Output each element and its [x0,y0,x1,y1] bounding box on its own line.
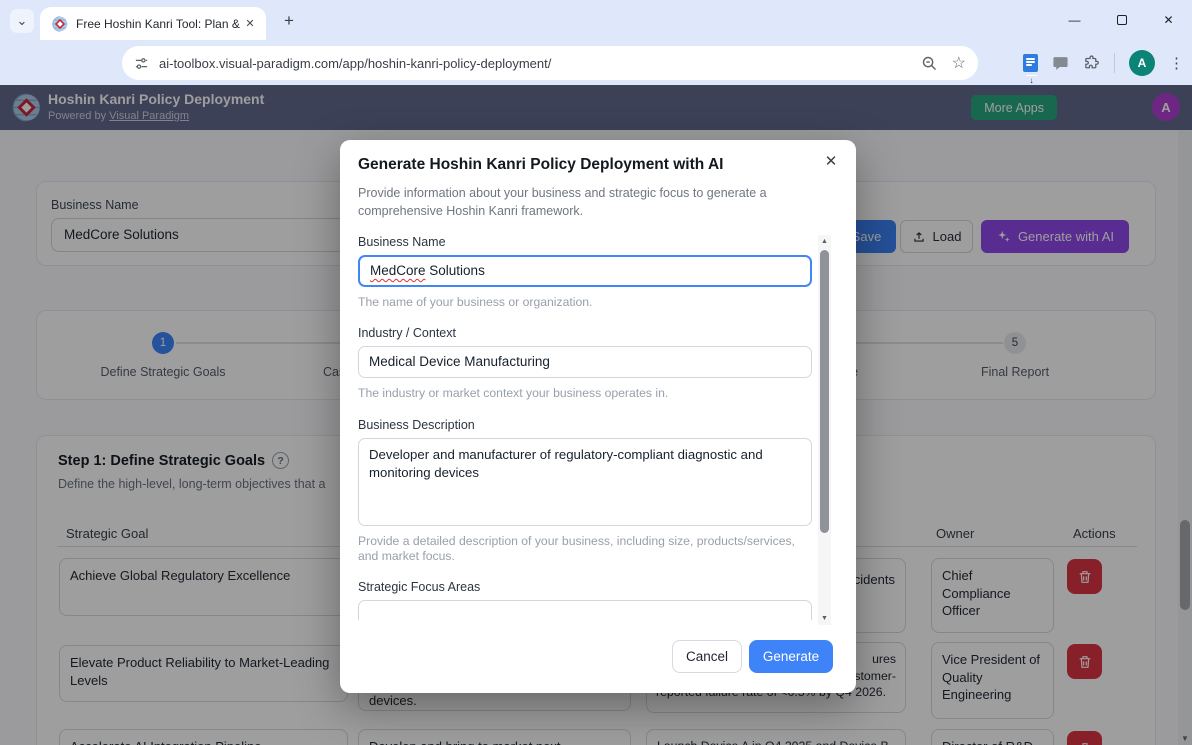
comment-bubble-icon[interactable] [1052,55,1069,72]
modal-form: Business Name MedCore Solutions The name… [358,235,812,620]
modal-scrollbar-thumb[interactable] [820,250,829,533]
tab-close-icon[interactable]: ✕ [242,16,258,32]
generate-button[interactable]: Generate [749,640,833,673]
business-name-rest: Solutions [425,263,485,278]
browser-profile-avatar[interactable]: A [1129,50,1155,76]
visual-paradigm-favicon-icon [52,15,68,32]
scroll-down-arrow-icon[interactable]: ▼ [818,615,831,622]
industry-input[interactable]: Medical Device Manufacturing [358,346,812,379]
strategic-focus-input[interactable] [358,600,812,620]
generate-ai-modal: ✕ Generate Hoshin Kanri Policy Deploymen… [340,140,856,693]
scroll-up-arrow-icon[interactable]: ▲ [818,238,831,245]
modal-business-name-label: Business Name [358,235,446,249]
tab-title: Free Hoshin Kanri Tool: Plan & E [76,16,242,31]
business-description-label: Business Description [358,417,475,432]
business-description-textarea[interactable]: Developer and manufacturer of regulatory… [358,437,812,526]
browser-toolbar: ← → ⟳ ai-toolbox.visual-paradigm.com/app… [0,40,1192,110]
modal-scrollbar[interactable]: ▲ ▼ [818,235,831,625]
modal-close-icon[interactable]: ✕ [820,150,842,172]
business-name-helper: The name of your business or organizatio… [358,295,593,309]
misspelled-word: MedCore [370,263,426,278]
extensions-puzzle-icon[interactable] [1083,54,1100,72]
business-description-helper: Provide a detailed description of your b… [358,533,795,563]
reading-mode-download-icon[interactable]: ↓ [1023,54,1038,84]
browser-tab-strip: ⌄ Free Hoshin Kanri Tool: Plan & E ✕ + —… [0,0,1192,40]
minimize-button[interactable]: — [1051,0,1098,40]
modal-title: Generate Hoshin Kanri Policy Deployment … [358,156,724,173]
close-window-button[interactable]: ✕ [1145,0,1192,40]
toolbar-right-icons: ↓ A ⋮ [1023,46,1184,84]
industry-helper: The industry or market context your busi… [358,386,669,401]
address-bar[interactable]: ai-toolbox.visual-paradigm.com/app/hoshi… [122,46,978,80]
download-badge-icon: ↓ [1026,74,1037,84]
maximize-button[interactable] [1098,0,1145,40]
browser-tab-active[interactable]: Free Hoshin Kanri Tool: Plan & E ✕ [40,7,266,40]
chevron-down-icon: ⌄ [16,13,28,28]
page: Hoshin Kanri Policy Deployment Powered b… [0,85,1192,745]
maximize-icon [1116,15,1127,25]
url-text[interactable]: ai-toolbox.visual-paradigm.com/app/hoshi… [159,56,921,71]
bookmark-star-icon[interactable]: ☆ [952,53,966,73]
new-tab-button[interactable]: + [278,10,300,32]
tab-search-chevron-icon[interactable]: ⌄ [10,9,34,33]
site-settings-tune-icon[interactable] [134,56,149,71]
strategic-focus-label: Strategic Focus Areas [358,580,481,594]
modal-subtitle: Provide information about your business … [358,186,767,219]
toolbar-separator [1114,53,1115,73]
cancel-button[interactable]: Cancel [672,640,742,673]
window-controls: — ✕ [1051,0,1192,40]
industry-label: Industry / Context [358,326,456,341]
browser-menu-kebab-icon[interactable]: ⋮ [1169,54,1184,72]
modal-business-name-input[interactable]: MedCore Solutions [358,255,812,287]
zoom-out-icon[interactable] [921,55,938,72]
